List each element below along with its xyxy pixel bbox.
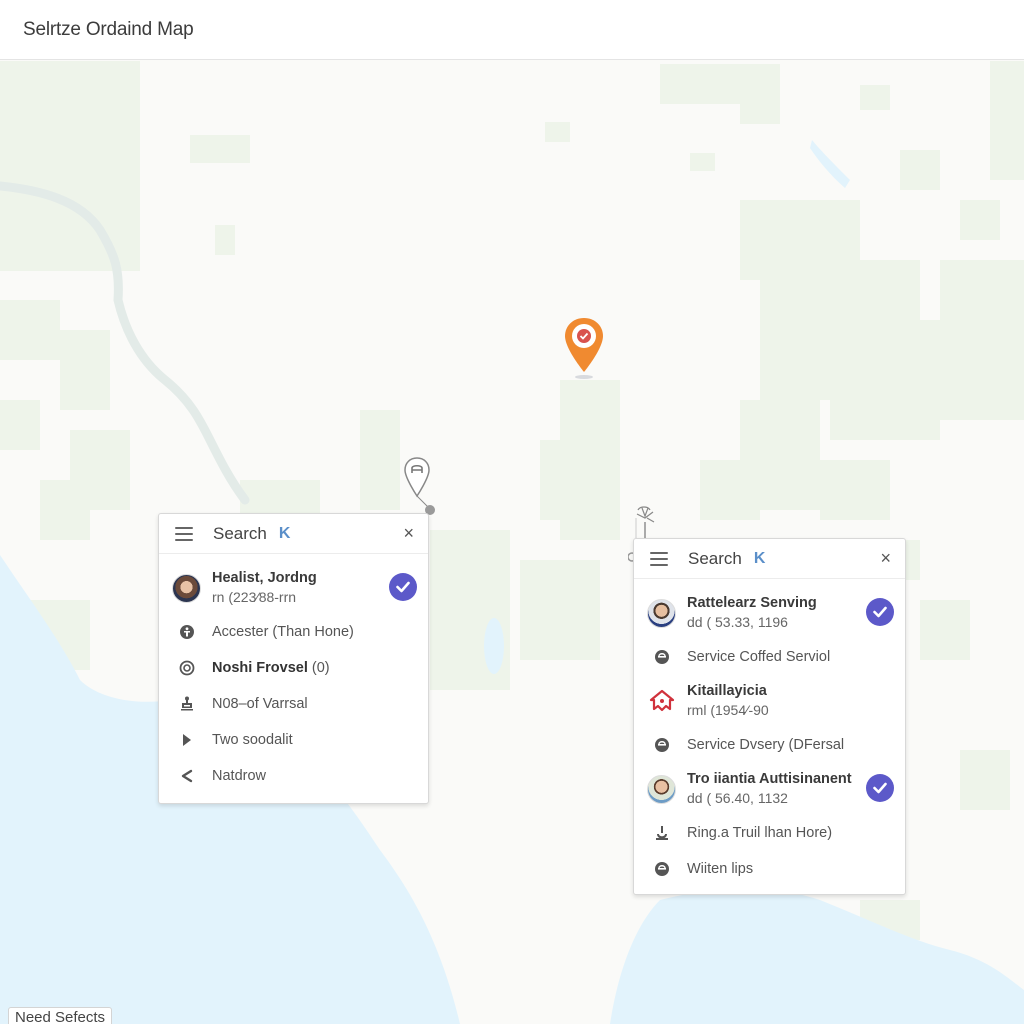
map-app: Selrtze Ordaind Map Search K × Healist, … bbox=[0, 0, 1024, 1024]
person-subtitle: rn (223⁄88-rrn bbox=[212, 589, 297, 605]
list-item-label: Two soodalit bbox=[212, 732, 293, 748]
search-shortcut-key: K bbox=[753, 549, 766, 567]
list-item[interactable]: Service Dvsery (DFersal bbox=[634, 727, 905, 763]
list-item-label: Wiiten lips bbox=[687, 861, 754, 877]
check-badge-icon bbox=[577, 329, 591, 343]
list-item-person[interactable]: Rattelearz Senving dd ( 53.33, 1196 bbox=[634, 587, 905, 639]
list-item[interactable]: N08–of Varrsal bbox=[159, 686, 428, 722]
stamp-icon bbox=[178, 695, 196, 713]
panel-header: Search K × bbox=[634, 539, 905, 579]
list-item[interactable]: Service Coffed Serviol bbox=[634, 639, 905, 675]
place-name: Kitaillayicia bbox=[687, 683, 767, 699]
avatar bbox=[647, 598, 676, 628]
check-icon[interactable] bbox=[866, 774, 894, 802]
search-panel-left: Search K × Healist, Jordng rn (223⁄88-rr… bbox=[158, 513, 429, 804]
list-item-label: N08–of Varrsal bbox=[212, 696, 308, 712]
list-item-count: (0) bbox=[307, 660, 330, 676]
list-item-label: Service Coffed Serviol bbox=[687, 649, 831, 665]
lock-icon bbox=[653, 860, 671, 878]
hamburger-menu-icon[interactable] bbox=[650, 551, 668, 566]
list-item-label: Ring.a Truil lhan Hore) bbox=[687, 825, 833, 841]
check-icon[interactable] bbox=[866, 598, 894, 626]
list-item[interactable]: Wiiten lips bbox=[634, 851, 905, 887]
list-item-label: Accester (Than Hone) bbox=[212, 624, 354, 640]
close-button[interactable]: × bbox=[880, 549, 891, 567]
list-item-label: Service Dvsery (DFersal bbox=[687, 737, 845, 753]
place-subtitle: rml (1954⁄-90 bbox=[687, 702, 769, 718]
search-shortcut-key: K bbox=[278, 524, 291, 542]
search-field[interactable]: Search bbox=[688, 549, 742, 569]
page-title: Selrtze Ordaind Map bbox=[23, 18, 194, 40]
search-panel-right: Search K × Rattelearz Senving dd ( 53.33… bbox=[633, 538, 906, 895]
lock-icon bbox=[178, 623, 196, 641]
person-name: Rattelearz Senving bbox=[687, 595, 817, 611]
list-item[interactable]: Natdrow bbox=[159, 758, 428, 794]
joystick-icon bbox=[653, 824, 671, 842]
list-item-person[interactable]: Tro iiantia Auttisinanent dd ( 56.40, 11… bbox=[634, 763, 905, 815]
list-item-person[interactable]: Healist, Jordng rn (223⁄88-rrn bbox=[159, 562, 428, 614]
tree-icon bbox=[636, 506, 655, 523]
person-name: Tro iiantia Auttisinanent bbox=[687, 771, 852, 787]
close-button[interactable]: × bbox=[403, 524, 414, 542]
person-subtitle: dd ( 53.33, 1196 bbox=[687, 614, 788, 630]
lake-small bbox=[484, 618, 504, 674]
list-item-label: Natdrow bbox=[212, 768, 266, 784]
list-item-place[interactable]: Kitaillayicia rml (1954⁄-90 bbox=[634, 675, 905, 727]
chevron-left-icon bbox=[178, 767, 196, 785]
list-item[interactable]: Noshi Frovsel (0) bbox=[159, 650, 428, 686]
play-icon bbox=[178, 731, 196, 749]
person-name: Healist, Jordng bbox=[212, 570, 317, 586]
hamburger-menu-icon[interactable] bbox=[175, 526, 193, 541]
orange-location-pin[interactable] bbox=[563, 316, 605, 385]
check-icon[interactable] bbox=[389, 573, 417, 601]
list-item-label-bold: Noshi Frovsel bbox=[212, 660, 308, 676]
lock-icon bbox=[653, 648, 671, 666]
top-bar: Selrtze Ordaind Map bbox=[0, 0, 1024, 60]
house-icon bbox=[647, 687, 676, 716]
list-item[interactable]: Accester (Than Hone) bbox=[159, 614, 428, 650]
panel-header: Search K × bbox=[159, 514, 428, 554]
avatar bbox=[172, 573, 201, 603]
search-field[interactable]: Search bbox=[213, 524, 267, 544]
lock-icon bbox=[653, 736, 671, 754]
avatar bbox=[647, 774, 676, 804]
list-item[interactable]: Ring.a Truil lhan Hore) bbox=[634, 815, 905, 851]
list-item[interactable]: Two soodalit bbox=[159, 722, 428, 758]
footer-badge[interactable]: Need Sefects bbox=[8, 1007, 113, 1024]
target-icon bbox=[178, 659, 196, 677]
person-subtitle: dd ( 56.40, 1132 bbox=[687, 790, 788, 806]
